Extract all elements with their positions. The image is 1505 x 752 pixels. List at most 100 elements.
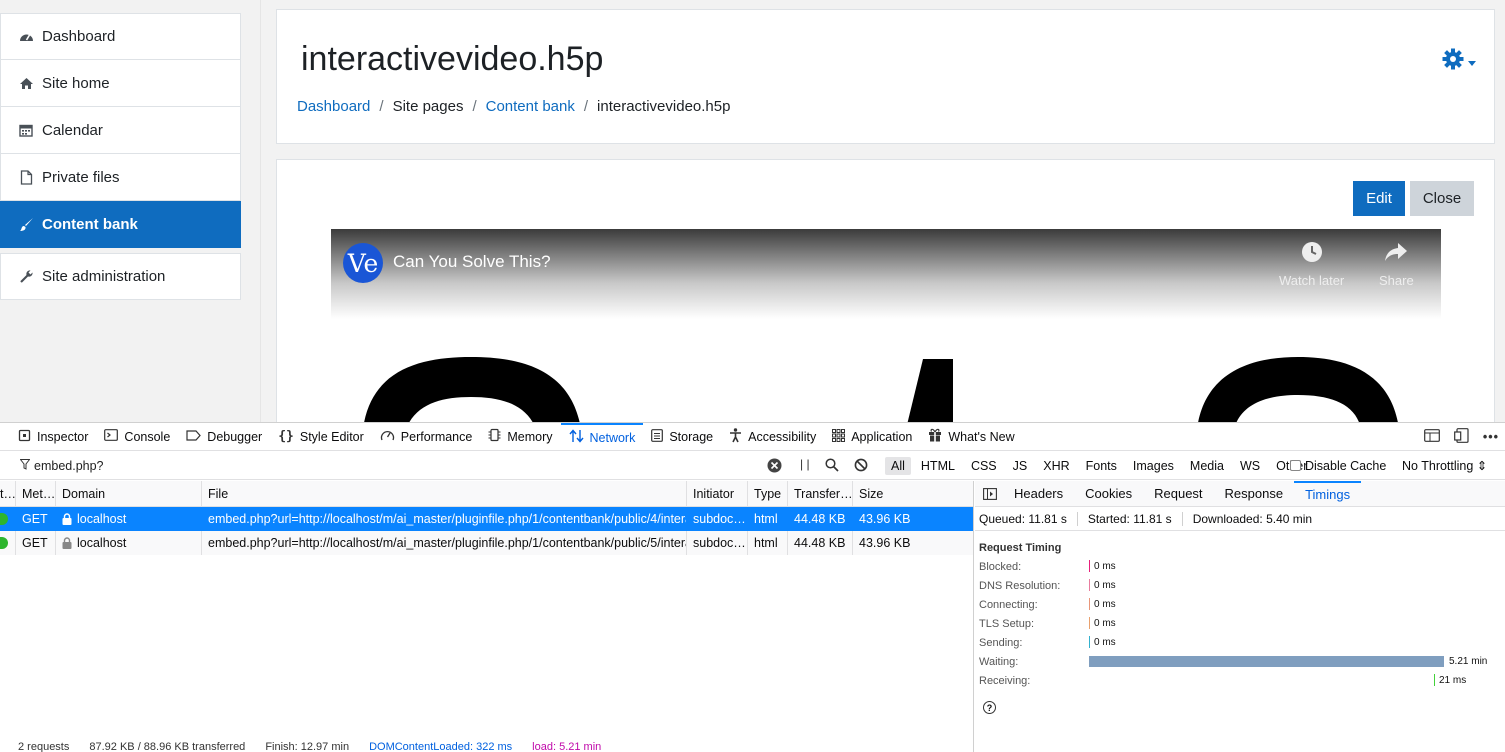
more-options-icon[interactable]: ••• — [1483, 430, 1499, 444]
dock-side-icon[interactable] — [1453, 428, 1469, 446]
gauge-icon — [380, 429, 395, 445]
braces-icon: {} — [278, 429, 294, 444]
video-frame-equation — [364, 357, 1398, 422]
column-header-transferred[interactable]: Transfer… — [788, 481, 853, 506]
timing-value: 21 ms — [1439, 675, 1467, 686]
wrench-icon — [18, 269, 34, 284]
filter-ws[interactable]: WS — [1234, 457, 1266, 475]
filter-xhr[interactable]: XHR — [1037, 457, 1075, 475]
timing-bar — [1089, 560, 1090, 572]
disable-cache-label: Disable Cache — [1305, 458, 1387, 473]
filter-input[interactable]: embed.php? — [34, 459, 104, 473]
table-row[interactable]: GET localhost embed.php?url=http://local… — [0, 531, 973, 555]
clear-filter-icon[interactable] — [767, 458, 782, 476]
tab-inspector[interactable]: Inspector — [10, 423, 96, 451]
request-table: t… Met… Domain File Initiator Type Trans… — [0, 481, 974, 752]
type-cell: html — [754, 512, 778, 526]
tab-label: Application — [851, 429, 913, 444]
column-header-method[interactable]: Met… — [16, 481, 56, 506]
search-icon[interactable] — [825, 458, 839, 475]
tab-style-editor[interactable]: {} Style Editor — [270, 423, 372, 451]
tab-timings[interactable]: Timings — [1294, 480, 1362, 507]
column-header-domain[interactable]: Domain — [56, 481, 202, 506]
breadcrumb-dashboard[interactable]: Dashboard — [297, 98, 370, 115]
responsive-layout-icon[interactable] — [1423, 429, 1440, 445]
tab-cookies[interactable]: Cookies — [1074, 481, 1143, 507]
tab-console[interactable]: Console — [96, 423, 178, 451]
gift-icon — [928, 428, 942, 445]
tab-network[interactable]: Network — [560, 422, 644, 451]
sidebar-item-content-bank[interactable]: Content bank — [0, 201, 241, 248]
channel-avatar[interactable]: Ve — [343, 243, 383, 283]
share-label: Share — [1379, 273, 1414, 288]
sidebar-item-calendar[interactable]: Calendar — [0, 107, 241, 154]
filter-js[interactable]: JS — [1007, 457, 1034, 475]
throttling-select[interactable]: No Throttling ⇕ — [1402, 458, 1487, 473]
video-title-bar — [331, 229, 1441, 319]
url-filter[interactable]: embed.php? — [19, 451, 104, 480]
filter-html[interactable]: HTML — [915, 457, 961, 475]
filter-funnel-icon — [19, 458, 31, 473]
tab-storage[interactable]: Storage — [643, 423, 721, 451]
started-time: Started: 11.81 s — [1088, 511, 1183, 526]
filter-media[interactable]: Media — [1184, 457, 1230, 475]
column-header-size[interactable]: Size — [853, 481, 913, 506]
tab-debugger[interactable]: Debugger — [178, 423, 270, 451]
filter-all[interactable]: All — [885, 456, 911, 475]
gear-icon — [1442, 48, 1464, 75]
sidebar-item-label: Private files — [42, 168, 120, 186]
timing-value: 0 ms — [1094, 599, 1116, 610]
close-button[interactable]: Close — [1410, 181, 1474, 216]
tab-response[interactable]: Response — [1214, 481, 1295, 507]
column-header-status[interactable]: t… — [0, 481, 16, 506]
filter-css[interactable]: CSS — [965, 457, 1003, 475]
share-button[interactable]: Share — [1379, 241, 1414, 288]
sidebar-item-site-home[interactable]: Site home — [0, 60, 241, 107]
tab-accessibility[interactable]: Accessibility — [721, 423, 824, 451]
sidebar-item-label: Site administration — [42, 268, 166, 285]
tab-request[interactable]: Request — [1143, 481, 1213, 507]
page-title: interactivevideo.h5p — [301, 40, 604, 78]
calendar-icon — [18, 123, 34, 137]
pause-icon[interactable]: | | — [800, 457, 810, 471]
sidebar-item-dashboard[interactable]: Dashboard — [0, 13, 241, 60]
table-row[interactable]: GET localhost embed.php?url=http://local… — [0, 507, 973, 531]
column-header-type[interactable]: Type — [748, 481, 788, 506]
timing-bar — [1089, 617, 1090, 629]
filter-fonts[interactable]: Fonts — [1080, 457, 1123, 475]
details-tabbar: Headers Cookies Request Response Timings — [975, 480, 1505, 507]
toggle-sidebar-icon[interactable] — [975, 487, 1003, 500]
tab-whats-new[interactable]: What's New — [920, 423, 1022, 451]
tab-memory[interactable]: Memory — [480, 423, 560, 451]
column-header-file[interactable]: File — [202, 481, 687, 506]
caret-down-icon — [1468, 53, 1476, 71]
sidebar-item-private-files[interactable]: Private files — [0, 154, 241, 201]
breadcrumb-content-bank[interactable]: Content bank — [486, 98, 575, 115]
tab-label: Inspector — [37, 429, 89, 444]
tab-performance[interactable]: Performance — [372, 423, 481, 451]
disable-cache-toggle[interactable]: Disable Cache — [1290, 451, 1386, 480]
filter-images[interactable]: Images — [1127, 457, 1180, 475]
network-toolbar: embed.php? | | All HTML CSS JS XHR Fonts… — [0, 451, 1505, 480]
timing-bar — [1089, 598, 1090, 610]
watch-later-button[interactable]: Watch later — [1279, 241, 1344, 288]
video-title[interactable]: Can You Solve This? — [393, 252, 551, 272]
help-icon[interactable]: ? — [983, 701, 996, 714]
settings-menu-button[interactable] — [1442, 48, 1476, 75]
tab-headers[interactable]: Headers — [1003, 481, 1074, 507]
timing-bar — [1089, 656, 1444, 667]
transferred-cell: 44.48 KB — [788, 531, 853, 555]
timing-row: DNS Resolution: 0 ms — [979, 577, 1499, 596]
status-badge — [0, 537, 8, 549]
video-player[interactable]: Ve Can You Solve This? Watch later Share — [331, 229, 1441, 422]
edit-button[interactable]: Edit — [1353, 181, 1405, 216]
column-header-initiator[interactable]: Initiator — [687, 481, 748, 506]
disable-cache-checkbox[interactable] — [1290, 460, 1301, 471]
sidebar-item-label: Site home — [42, 74, 110, 92]
timing-label: Receiving: — [979, 675, 1031, 687]
sidebar-item-site-administration[interactable]: Site administration — [0, 253, 241, 300]
block-icon[interactable] — [854, 458, 868, 475]
tab-label: Console — [124, 429, 171, 444]
paintbrush-icon — [18, 217, 34, 232]
tab-application[interactable]: Application — [824, 423, 920, 451]
